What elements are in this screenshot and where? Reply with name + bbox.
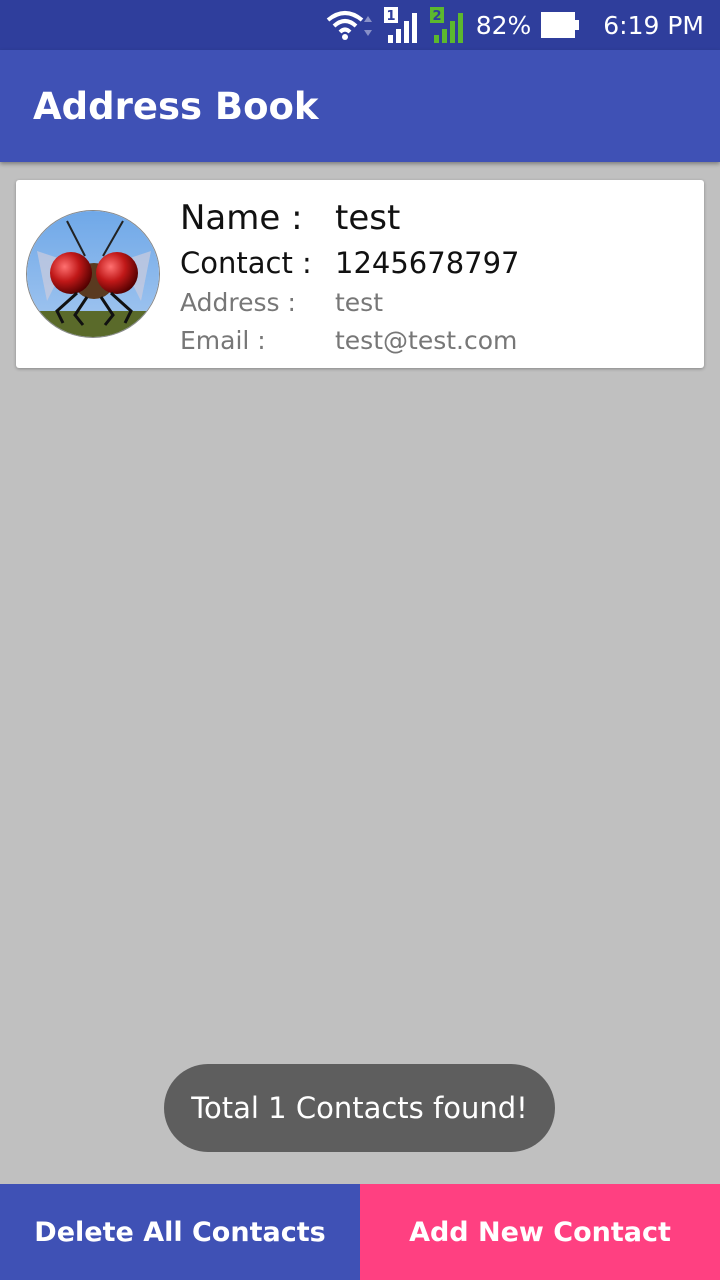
address-label: Address :	[180, 288, 296, 317]
contact-label: Contact :	[180, 246, 312, 280]
add-new-contact-button[interactable]: Add New Contact	[360, 1184, 720, 1280]
svg-text:1: 1	[386, 9, 395, 24]
app-bar: Address Book	[0, 50, 720, 162]
page-title: Address Book	[33, 84, 319, 128]
sim1-signal-icon: 1	[383, 7, 420, 43]
clock: 6:19 PM	[603, 10, 704, 40]
battery-percent: 82%	[475, 10, 532, 40]
battery-icon	[541, 11, 581, 39]
name-value: test	[335, 198, 401, 238]
bottom-action-bar: Delete All Contacts Add New Contact	[0, 1184, 720, 1280]
address-value: test	[335, 288, 384, 317]
contact-phone-row: Contact : 1245678797	[180, 246, 520, 280]
email-label: Email :	[180, 326, 266, 355]
contact-address-row: Address : test	[180, 288, 383, 317]
contact-email-row: Email : test@test.com	[180, 326, 517, 355]
name-label: Name :	[180, 198, 303, 238]
contact-card[interactable]: Name : test Contact : 1245678797 Address…	[16, 180, 704, 368]
status-bar: 1 2 82% 6:19 PM	[0, 0, 720, 50]
delete-all-contacts-button[interactable]: Delete All Contacts	[0, 1184, 360, 1280]
contact-value: 1245678797	[335, 246, 520, 280]
svg-text:2: 2	[432, 9, 441, 24]
fly-avatar-icon	[26, 210, 160, 338]
sim2-signal-icon: 2	[429, 7, 466, 43]
toast-message: Total 1 Contacts found!	[164, 1064, 555, 1152]
wifi-icon	[326, 8, 374, 42]
contact-name-row: Name : test	[180, 198, 400, 238]
email-value: test@test.com	[335, 326, 518, 355]
